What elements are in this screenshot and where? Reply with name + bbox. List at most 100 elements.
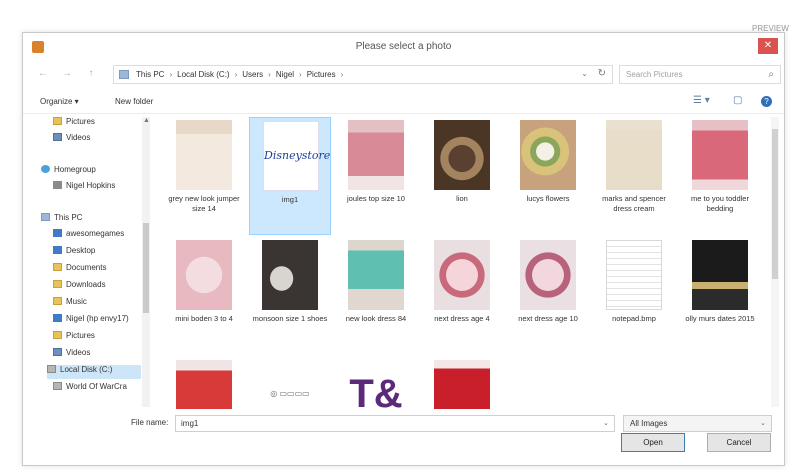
file-item[interactable]: ◎ ▭▭▭▭: [249, 357, 331, 409]
window-title: Please select a photo: [355, 41, 452, 52]
open-button[interactable]: Open: [621, 433, 685, 452]
change-view-icon[interactable]: ☰ ▾: [693, 95, 710, 106]
breadcrumb-separator-icon[interactable]: ›: [268, 70, 271, 79]
file-name-input[interactable]: img1: [175, 415, 615, 432]
breadcrumb-local-disk[interactable]: Local Disk (C:): [177, 70, 229, 79]
file-grid: grey new look jumper size 14 Disneystore…: [163, 117, 769, 409]
organize-button[interactable]: Organize ▾: [40, 97, 79, 106]
breadcrumb-separator-icon[interactable]: ›: [235, 70, 238, 79]
file-item[interactable]: grey new look jumper size 14: [163, 117, 245, 235]
folder-icon: [53, 331, 62, 339]
sidebar-item-nigel-hopkins[interactable]: Nigel Hopkins: [53, 181, 115, 195]
thumbnail: [434, 360, 490, 409]
breadcrumb-pictures[interactable]: Pictures: [307, 70, 336, 79]
thumbnail: [520, 120, 576, 190]
search-box[interactable]: Search Pictures ⌕: [619, 65, 781, 84]
file-type-value: All Images: [630, 419, 668, 428]
title-bar: Please select a photo ✕: [23, 33, 784, 61]
user-icon: [53, 181, 62, 189]
sidebar-item-local-disk[interactable]: Local Disk (C:): [47, 365, 141, 379]
homegroup-icon: [41, 165, 50, 173]
file-item[interactable]: new look dress 84: [335, 237, 417, 355]
thumbnail: [176, 240, 232, 310]
new-folder-button[interactable]: New folder: [115, 97, 153, 106]
file-item[interactable]: [163, 357, 245, 409]
scroll-up-icon[interactable]: ▲: [143, 117, 150, 124]
file-item[interactable]: joules top size 10: [335, 117, 417, 235]
command-bar: Organize ▾ New folder ☰ ▾ ▢ ?: [23, 92, 784, 114]
file-item[interactable]: lucys flowers: [507, 117, 589, 235]
sidebar-item-pictures-2[interactable]: Pictures: [53, 331, 95, 345]
file-type-select[interactable]: All Images ⌄: [623, 415, 772, 432]
search-input[interactable]: Search Pictures: [626, 70, 682, 79]
navigation-pane: Pictures Videos Homegroup Nigel Hopkins …: [23, 115, 151, 407]
pc-icon: [41, 213, 50, 221]
file-item[interactable]: olly murs dates 2015: [679, 237, 761, 355]
forward-arrow-icon[interactable]: →: [61, 68, 73, 80]
sidebar-item-pictures[interactable]: Pictures: [53, 117, 95, 131]
sidebar-item-awesomegames[interactable]: awesomegames: [53, 229, 124, 243]
folder-icon: [53, 280, 62, 288]
file-item[interactable]: mini boden 3 to 4: [163, 237, 245, 355]
sidebar-item-music[interactable]: Music: [53, 297, 87, 311]
file-item-selected[interactable]: Disneystore img1: [249, 117, 331, 235]
file-name-label: File name:: [131, 418, 169, 427]
cancel-button[interactable]: Cancel: [707, 433, 771, 452]
sidebar-item-nigel-hp[interactable]: Nigel (hp envy17): [53, 314, 129, 328]
sidebar-item-videos-2[interactable]: Videos: [53, 348, 90, 362]
folder-icon: [53, 314, 62, 322]
file-item[interactable]: me to you toddler bedding: [679, 117, 761, 235]
breadcrumb-nigel[interactable]: Nigel: [276, 70, 294, 79]
file-item[interactable]: marks and spencer dress cream: [593, 117, 675, 235]
drive-icon: [53, 382, 62, 390]
breadcrumb-this-pc[interactable]: This PC: [136, 70, 164, 79]
file-grid-scrollbar-thumb[interactable]: [772, 129, 778, 279]
breadcrumb-separator-icon[interactable]: ›: [341, 70, 344, 79]
thumbnail: [434, 120, 490, 190]
file-open-dialog: Please select a photo ✕ ← → ↑ This PC › …: [22, 32, 785, 466]
preview-pane-icon[interactable]: ▢: [733, 95, 742, 106]
thumbnail: Disneystore: [263, 121, 330, 191]
file-item[interactable]: lion: [421, 117, 503, 235]
file-item[interactable]: notepad.bmp: [593, 237, 675, 355]
thumbnail: [348, 240, 404, 310]
video-icon: [53, 133, 62, 141]
address-dropdown-icon[interactable]: ⌄: [581, 69, 588, 78]
sidebar-item-downloads[interactable]: Downloads: [53, 280, 106, 294]
breadcrumb-users[interactable]: Users: [242, 70, 263, 79]
file-item[interactable]: monsoon size 1 shoes: [249, 237, 331, 355]
sidebar-item-world-of-warcraft[interactable]: World Of WarCra: [53, 382, 127, 396]
sidebar-item-videos[interactable]: Videos: [53, 133, 90, 147]
back-arrow-icon[interactable]: ←: [37, 68, 49, 80]
file-item[interactable]: [421, 357, 503, 409]
thumbnail: [606, 240, 662, 310]
folder-icon: [53, 263, 62, 271]
file-item[interactable]: next dress age 4: [421, 237, 503, 355]
sidebar-scrollbar-thumb[interactable]: [143, 223, 149, 313]
breadcrumb: This PC › Local Disk (C:) › Users › Nige…: [136, 70, 343, 79]
computer-icon: [119, 70, 129, 79]
sidebar-item-homegroup[interactable]: Homegroup: [41, 165, 96, 179]
folder-icon: [53, 229, 62, 237]
sidebar-item-documents[interactable]: Documents: [53, 263, 106, 277]
sidebar-item-this-pc[interactable]: This PC: [41, 213, 82, 227]
address-bar[interactable]: This PC › Local Disk (C:) › Users › Nige…: [113, 65, 613, 84]
help-icon[interactable]: ?: [761, 96, 772, 107]
sidebar-item-desktop[interactable]: Desktop: [53, 246, 95, 260]
up-arrow-icon[interactable]: ↑: [85, 68, 97, 80]
thumbnail: [606, 120, 662, 190]
thumbnail: T&: [348, 360, 404, 409]
search-icon[interactable]: ⌕: [768, 69, 774, 80]
refresh-icon[interactable]: ↻: [598, 68, 606, 79]
file-item[interactable]: next dress age 10: [507, 237, 589, 355]
breadcrumb-separator-icon[interactable]: ›: [169, 70, 172, 79]
file-item[interactable]: T&: [335, 357, 417, 409]
breadcrumb-separator-icon[interactable]: ›: [299, 70, 302, 79]
desktop-icon: [53, 246, 62, 254]
thumbnail: [262, 240, 318, 310]
file-name-dropdown-icon[interactable]: ⌄: [603, 419, 609, 427]
music-icon: [53, 297, 62, 305]
chevron-down-icon: ⌄: [760, 420, 766, 427]
thumbnail: [176, 360, 232, 409]
close-button[interactable]: ✕: [758, 38, 778, 54]
